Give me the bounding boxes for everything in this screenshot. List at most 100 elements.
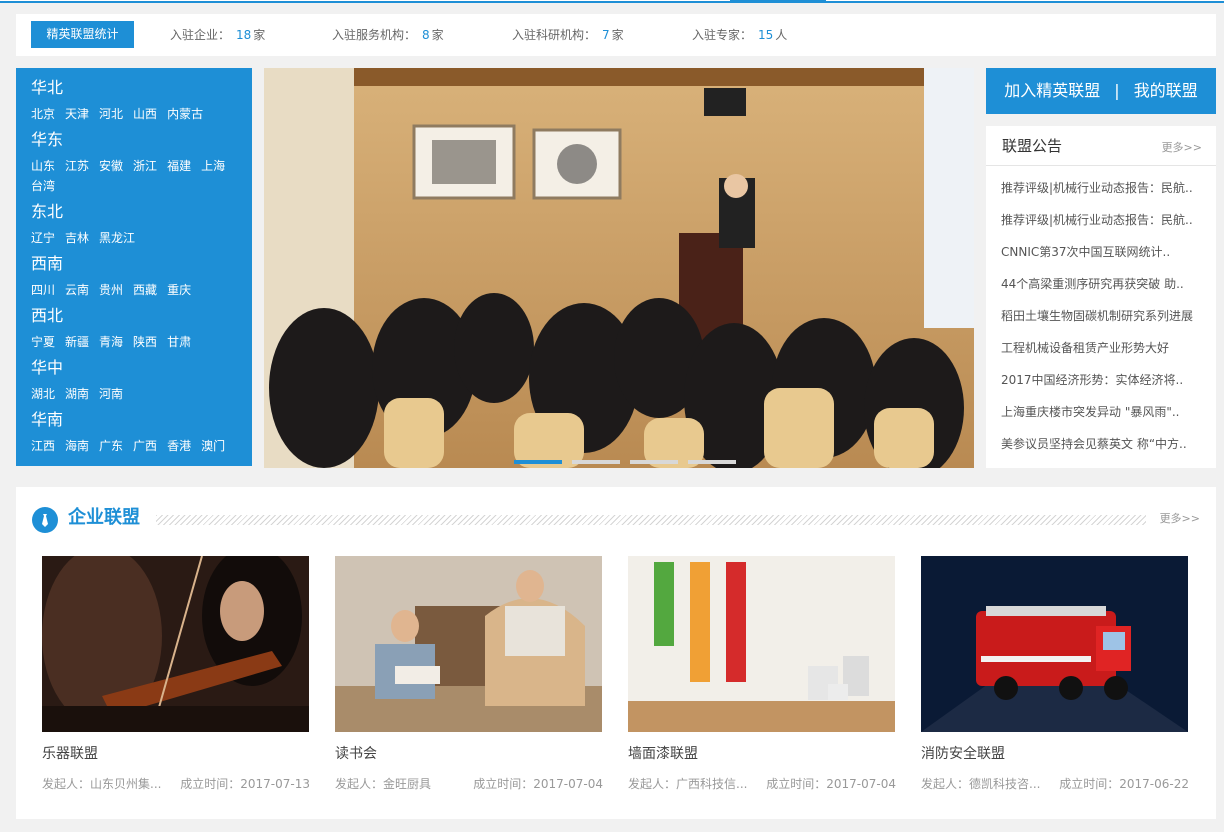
stats-badge[interactable]: 精英联盟统计 <box>31 21 134 48</box>
city-link[interactable]: 天津 <box>65 104 89 124</box>
card-image-firetruck[interactable] <box>921 556 1188 732</box>
enterprise-alliance-section: 企业联盟 更多>> 乐器联盟 发起人：山东贝州集... 成立时间：2017-07… <box>16 487 1216 819</box>
city-link[interactable]: 宁夏 <box>31 332 55 352</box>
tie-icon <box>32 507 58 533</box>
alliance-card[interactable]: 消防安全联盟 发起人：德凯科技咨... 成立时间：2017-06-22 <box>921 556 1189 792</box>
card-image-reading[interactable] <box>335 556 602 732</box>
card-image-violin[interactable] <box>42 556 309 732</box>
city-link[interactable]: 山东 <box>31 156 55 176</box>
region-huadong[interactable]: 华东 <box>31 130 237 150</box>
notice-title: 联盟公告 <box>1002 137 1063 155</box>
top-accent-segment <box>730 0 826 3</box>
city-link[interactable]: 澳门 <box>201 436 225 456</box>
carousel-dot[interactable] <box>572 460 620 464</box>
city-link[interactable]: 河南 <box>99 384 123 404</box>
my-alliance-link[interactable]: 我的联盟 <box>1134 81 1198 100</box>
city-link[interactable]: 云南 <box>65 280 89 300</box>
city-link[interactable]: 上海 <box>201 156 225 176</box>
city-link[interactable]: 湖北 <box>31 384 55 404</box>
notice-item[interactable]: 44个高梁重测序研究再获突破 助.. <box>1001 268 1201 300</box>
alliance-card[interactable]: 乐器联盟 发起人：山东贝州集... 成立时间：2017-07-13 <box>42 556 310 792</box>
alliance-card[interactable]: 读书会 发起人：金旺厨具 成立时间：2017-07-04 <box>335 556 603 792</box>
city-link[interactable]: 湖南 <box>65 384 89 404</box>
city-link[interactable]: 香港 <box>167 436 191 456</box>
city-link[interactable]: 陕西 <box>133 332 157 352</box>
city-link[interactable]: 安徽 <box>99 156 123 176</box>
city-link[interactable]: 福建 <box>167 156 191 176</box>
notice-item[interactable]: 上海重庆楼市突发异动 "暴风雨".. <box>1001 396 1201 428</box>
section-divider <box>156 515 1146 525</box>
card-date: 成立时间：2017-07-04 <box>766 777 896 791</box>
stat-unit: 家 <box>253 28 266 42</box>
notice-item[interactable]: 工程机械设备租赁产业形势大好 <box>1001 332 1201 364</box>
carousel-dot[interactable] <box>688 460 736 464</box>
section-more-link[interactable]: 更多>> <box>1160 510 1200 526</box>
region-panel: 华北 北京 天津 河北 山西 内蒙古 华东 山东 江苏 安徽 浙江 福建 上海台湾 东北 辽宁 吉林… <box>16 68 252 466</box>
city-link[interactable]: 贵州 <box>99 280 123 300</box>
notice-item[interactable]: 推荐评级|机械行业动态报告：民航.. <box>1001 172 1201 204</box>
stat-label: 入驻科研机构： <box>512 28 597 42</box>
city-link[interactable]: 四川 <box>31 280 55 300</box>
card-title[interactable]: 读书会 <box>335 745 603 763</box>
city-link[interactable]: 重庆 <box>167 280 191 300</box>
alliance-stats-bar: 精英联盟统计 入驻企业： 18 家 入驻服务机构： 8 家 入驻科研机构： 7 家 入驻专家… <box>16 14 1216 56</box>
card-meta: 发起人：金旺厨具 成立时间：2017-07-04 <box>335 776 603 792</box>
city-link[interactable]: 江西 <box>31 436 55 456</box>
notice-item[interactable]: CNNIC第37次中国互联网统计.. <box>1001 236 1201 268</box>
region-xibei[interactable]: 西北 <box>31 306 237 326</box>
city-link[interactable]: 甘肃 <box>167 332 191 352</box>
alliance-notice-panel: 联盟公告 更多>> 推荐评级|机械行业动态报告：民航.. 推荐评级|机械行业动态… <box>986 126 1216 468</box>
card-image-paint[interactable] <box>628 556 895 732</box>
notice-item[interactable]: 美参议员坚持会见蔡英文 称“中方.. <box>1001 428 1201 460</box>
card-title[interactable]: 墙面漆联盟 <box>628 745 896 763</box>
city-link[interactable]: 黑龙江 <box>99 228 135 248</box>
region-xinan[interactable]: 西南 <box>31 254 237 274</box>
card-title[interactable]: 乐器联盟 <box>42 745 310 763</box>
card-date: 成立时间：2017-06-22 <box>1059 777 1189 791</box>
stat-unit: 家 <box>611 28 624 42</box>
city-link[interactable]: 山西 <box>133 104 157 124</box>
city-link[interactable]: 吉林 <box>65 228 89 248</box>
region-dongbei[interactable]: 东北 <box>31 202 237 222</box>
city-link[interactable]: 辽宁 <box>31 228 55 248</box>
city-link[interactable]: 广西 <box>133 436 157 456</box>
section-title: 企业联盟 <box>68 507 140 528</box>
city-link[interactable]: 浙江 <box>133 156 157 176</box>
card-initiator: 发起人：广西科技信... <box>628 777 748 791</box>
city-link[interactable]: 新疆 <box>65 332 89 352</box>
region-huanan[interactable]: 华南 <box>31 410 237 430</box>
stat-value: 15 <box>758 28 774 42</box>
city-link[interactable]: 西藏 <box>133 280 157 300</box>
city-link[interactable]: 广东 <box>99 436 123 456</box>
stat-label: 入驻专家： <box>692 28 753 42</box>
city-link[interactable]: 北京 <box>31 104 55 124</box>
city-link[interactable]: 江苏 <box>65 156 89 176</box>
notice-item[interactable]: 2017中国经济形势：实体经济将.. <box>1001 364 1201 396</box>
stat-enterprises: 入驻企业： 18 家 <box>170 26 265 43</box>
carousel-dot[interactable] <box>514 460 562 464</box>
card-date: 成立时间：2017-07-13 <box>180 777 310 791</box>
stat-value: 7 <box>602 28 610 42</box>
notice-item[interactable]: 推荐评级|机械行业动态报告：民航.. <box>1001 204 1201 236</box>
banner-carousel[interactable] <box>264 68 974 468</box>
carousel-dot[interactable] <box>630 460 678 464</box>
card-title[interactable]: 消防安全联盟 <box>921 745 1189 763</box>
card-meta: 发起人：广西科技信... 成立时间：2017-07-04 <box>628 776 896 792</box>
city-link[interactable]: 内蒙古 <box>167 104 203 124</box>
stat-research-orgs: 入驻科研机构： 7 家 <box>512 26 624 43</box>
city-link[interactable]: 青海 <box>99 332 123 352</box>
region-dongbei-cities: 辽宁 吉林 黑龙江 <box>31 228 237 248</box>
stat-label: 入驻服务机构： <box>332 28 417 42</box>
region-huabei[interactable]: 华北 <box>31 78 237 98</box>
notice-item[interactable]: 稻田土壤生物固碳机制研究系列进展 <box>1001 300 1201 332</box>
city-link[interactable]: 河北 <box>99 104 123 124</box>
city-link[interactable]: 台湾 <box>31 176 55 196</box>
join-alliance-link[interactable]: 加入精英联盟 <box>1004 81 1100 100</box>
region-huazhong[interactable]: 华中 <box>31 358 237 378</box>
notice-header: 联盟公告 更多>> <box>986 126 1216 166</box>
stat-unit: 人 <box>775 28 788 42</box>
notice-list: 推荐评级|机械行业动态报告：民航.. 推荐评级|机械行业动态报告：民航.. CN… <box>986 166 1216 460</box>
notice-more-link[interactable]: 更多>> <box>1162 139 1202 155</box>
alliance-card[interactable]: 墙面漆联盟 发起人：广西科技信... 成立时间：2017-07-04 <box>628 556 896 792</box>
city-link[interactable]: 海南 <box>65 436 89 456</box>
